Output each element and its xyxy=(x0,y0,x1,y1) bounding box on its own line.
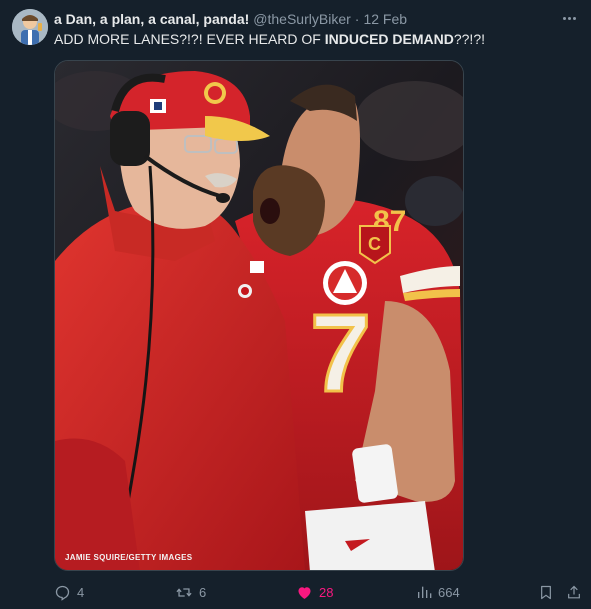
tweet-photo[interactable]: 7 87 C JAMIE SQUIRE/GETTY IMAGES xyxy=(54,60,464,571)
user-handle[interactable]: @theSurlyBiker xyxy=(253,11,350,27)
like-count: 28 xyxy=(319,584,334,600)
like-button[interactable]: 28 xyxy=(296,584,333,601)
avatar[interactable] xyxy=(12,9,48,45)
reply-button[interactable]: 4 xyxy=(54,584,84,601)
views-button[interactable]: 664 xyxy=(416,584,460,600)
tweet-text-part2: ??!?! xyxy=(453,31,485,47)
views-count: 664 xyxy=(438,584,460,600)
retweet-button[interactable]: 6 xyxy=(175,584,206,601)
reply-icon xyxy=(55,585,70,601)
tweet-header: a Dan, a plan, a canal, panda! @theSurly… xyxy=(54,10,551,28)
share-icon xyxy=(568,585,580,598)
svg-text:C: C xyxy=(368,234,381,254)
photo-image: 7 87 C xyxy=(55,61,463,570)
tweet-text-bold: INDUCED DEMAND xyxy=(324,31,454,47)
reply-count: 4 xyxy=(77,584,85,600)
more-options-button[interactable] xyxy=(559,10,579,26)
share-button[interactable] xyxy=(566,584,582,601)
retweet-icon xyxy=(176,587,192,597)
tweet-text-part1: ADD MORE LANES?!?! EVER HEARD OF xyxy=(54,31,325,47)
bookmark-icon xyxy=(541,585,551,599)
views-chart-icon xyxy=(418,586,432,598)
tweet-text: ADD MORE LANES?!?! EVER HEARD OF INDUCED… xyxy=(54,30,579,48)
tweet[interactable]: a Dan, a plan, a canal, panda! @theSurly… xyxy=(0,0,591,609)
photo-credit: JAMIE SQUIRE/GETTY IMAGES xyxy=(65,553,193,562)
tweet-actions: 4 6 28 664 xyxy=(54,582,581,602)
bookmark-button[interactable] xyxy=(538,584,554,601)
display-name[interactable]: a Dan, a plan, a canal, panda! xyxy=(54,11,249,27)
heart-icon xyxy=(298,586,311,599)
svg-text:7: 7 xyxy=(310,292,371,415)
separator-dot: · xyxy=(354,11,360,27)
tweet-date[interactable]: 12 Feb xyxy=(363,11,407,27)
retweet-count: 6 xyxy=(199,584,207,600)
more-horizontal-icon xyxy=(562,16,566,20)
